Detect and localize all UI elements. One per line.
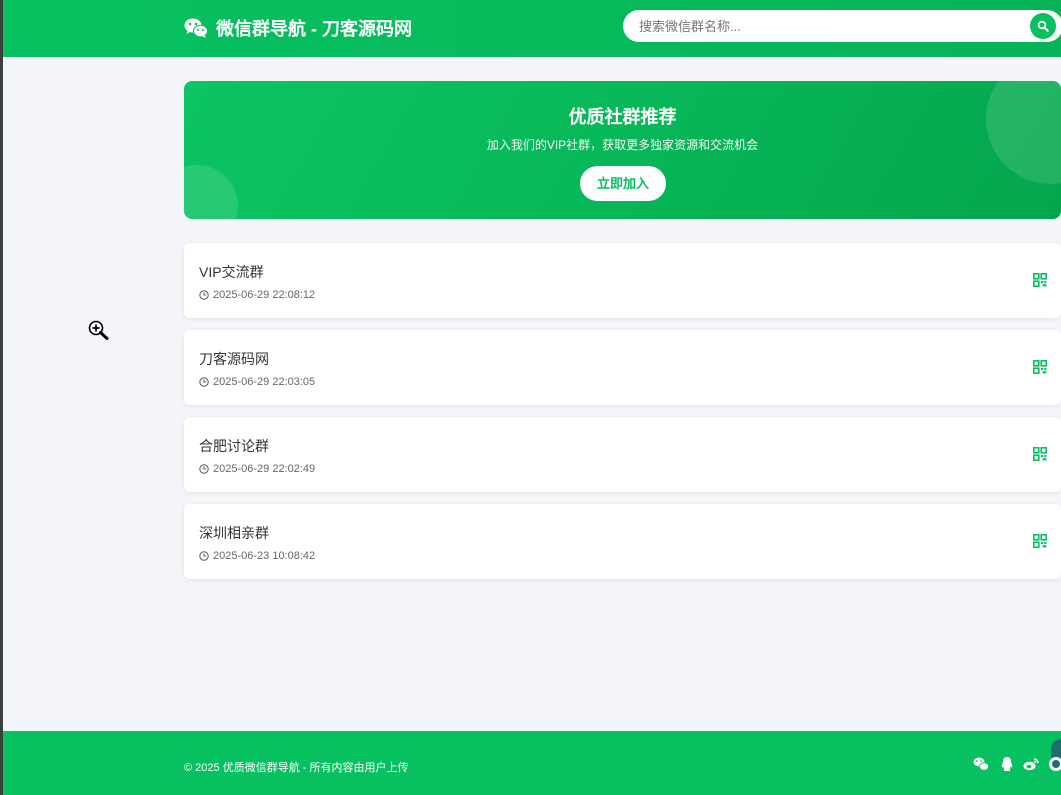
group-timestamp: 2025-06-29 22:08:12 [199, 288, 315, 302]
group-card[interactable]: VIP交流群 2025-06-29 22:08:12 [184, 243, 1061, 318]
group-name: VIP交流群 [199, 264, 264, 280]
qrcode-icon[interactable] [1033, 360, 1047, 374]
group-card[interactable]: 刀客源码网 2025-06-29 22:03:05 [184, 330, 1061, 405]
search-input[interactable] [623, 10, 1023, 42]
group-timestamp: 2025-06-23 10:08:42 [199, 549, 315, 563]
group-time-text: 2025-06-29 22:02:49 [213, 463, 316, 475]
group-time-text: 2025-06-23 10:08:42 [213, 550, 316, 562]
weibo-icon[interactable] [1023, 756, 1039, 772]
join-now-button[interactable]: 立即加入 [580, 166, 666, 201]
group-name: 深圳相亲群 [199, 525, 269, 541]
promo-subtitle: 加入我们的VIP社群，获取更多独家资源和交流机会 [486, 138, 759, 152]
group-timestamp: 2025-06-29 22:03:05 [199, 375, 315, 389]
group-timestamp: 2025-06-29 22:02:49 [199, 462, 315, 476]
zoom-cursor-icon [88, 320, 110, 340]
clock-icon [199, 377, 209, 387]
wechat-icon[interactable] [973, 756, 989, 772]
brand-title: 微信群导航 - 刀客源码网 [216, 19, 412, 39]
site-header: 微信群导航 - 刀客源码网 [3, 0, 1061, 57]
group-card[interactable]: 深圳相亲群 2025-06-23 10:08:42 [184, 504, 1061, 579]
group-name: 刀客源码网 [199, 351, 269, 367]
search-box [623, 10, 1061, 42]
group-name: 合肥讨论群 [199, 438, 269, 454]
group-card[interactable]: 合肥讨论群 2025-06-29 22:02:49 [184, 417, 1061, 492]
window-edge [0, 0, 3, 795]
clock-icon [199, 464, 209, 474]
wechat-logo-icon [184, 17, 208, 39]
search-icon [1037, 20, 1049, 32]
decor-circle [184, 165, 238, 219]
copyright-text: © 2025 优质微信群导航 - 所有内容由用户上传 [184, 762, 409, 774]
clock-icon [199, 290, 209, 300]
brand[interactable]: 微信群导航 - 刀客源码网 [184, 14, 412, 42]
group-time-text: 2025-06-29 22:08:12 [213, 289, 316, 301]
clock-icon [199, 551, 209, 561]
group-time-text: 2025-06-29 22:03:05 [213, 376, 316, 388]
qrcode-icon[interactable] [1033, 273, 1047, 287]
search-button[interactable] [1030, 13, 1056, 39]
decor-circle [986, 81, 1061, 184]
promo-banner: 优质社群推荐 加入我们的VIP社群，获取更多独家资源和交流机会 立即加入 [184, 81, 1061, 219]
qq-icon[interactable] [999, 756, 1015, 772]
qrcode-icon[interactable] [1033, 534, 1047, 548]
qrcode-icon[interactable] [1033, 447, 1047, 461]
qrcode-icon[interactable] [1048, 756, 1061, 772]
promo-title: 优质社群推荐 [568, 107, 677, 127]
site-footer: © 2025 优质微信群导航 - 所有内容由用户上传 [3, 731, 1061, 795]
